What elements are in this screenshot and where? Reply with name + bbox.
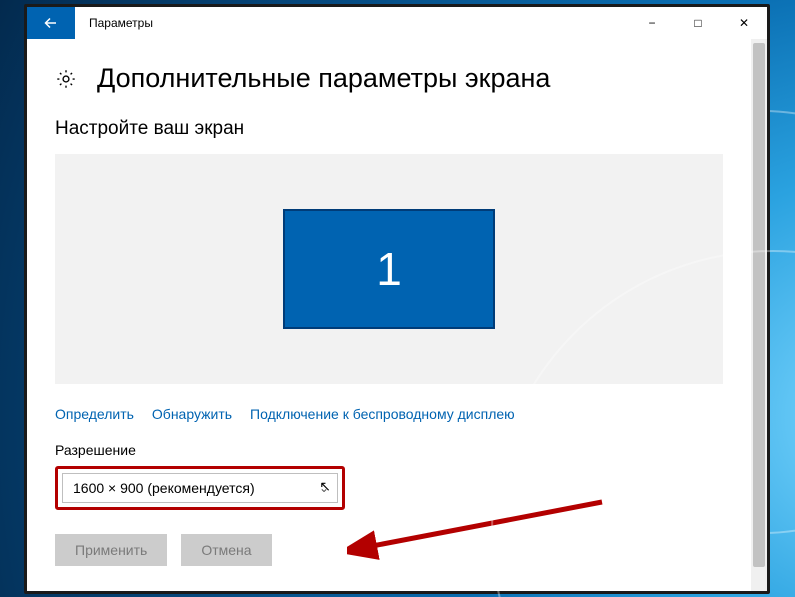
content: Дополнительные параметры экрана Настройт… — [27, 39, 751, 591]
display-preview-panel: 1 — [55, 154, 723, 384]
resolution-selected-value: 1600 × 900 (рекомендуется) — [73, 480, 255, 496]
minimize-button[interactable]: − — [629, 7, 675, 39]
arrow-left-icon — [43, 15, 59, 31]
close-button[interactable]: ✕ — [721, 7, 767, 39]
titlebar: Параметры − □ ✕ — [27, 7, 767, 39]
chevron-down-icon: ⌄ — [319, 481, 329, 495]
monitor-thumbnail[interactable]: 1 — [283, 209, 495, 329]
apply-button[interactable]: Применить — [55, 534, 167, 566]
window-controls: − □ ✕ — [629, 7, 767, 39]
window-title-wrap: Параметры — [75, 7, 629, 39]
action-buttons: Применить Отмена — [55, 534, 723, 566]
content-wrap: Дополнительные параметры экрана Настройт… — [27, 39, 767, 591]
settings-window: Параметры − □ ✕ — [24, 4, 770, 594]
identify-link[interactable]: Определить — [55, 406, 134, 422]
vertical-scrollbar[interactable] — [751, 39, 767, 591]
back-button[interactable] — [27, 7, 75, 39]
wireless-display-link[interactable]: Подключение к беспроводному дисплею — [250, 406, 515, 422]
annotation-highlight: 1600 × 900 (рекомендуется) ⌄ ↖ — [55, 466, 345, 510]
monitor-number: 1 — [376, 242, 402, 296]
page-title: Дополнительные параметры экрана — [97, 63, 550, 94]
window-title: Параметры — [89, 16, 153, 30]
cancel-button[interactable]: Отмена — [181, 534, 271, 566]
cursor-icon: ↖ — [319, 478, 331, 495]
detect-link[interactable]: Обнаружить — [152, 406, 232, 422]
gear-icon — [55, 68, 77, 90]
resolution-label: Разрешение — [55, 442, 723, 458]
maximize-icon: □ — [694, 16, 701, 30]
maximize-button[interactable]: □ — [675, 7, 721, 39]
page-heading: Дополнительные параметры экрана — [55, 63, 723, 94]
display-links: Определить Обнаружить Подключение к бесп… — [55, 406, 723, 422]
minimize-icon: − — [648, 16, 655, 30]
resolution-dropdown[interactable]: 1600 × 900 (рекомендуется) ⌄ ↖ — [62, 473, 338, 503]
section-heading: Настройте ваш экран — [55, 118, 723, 140]
close-icon: ✕ — [739, 16, 749, 30]
scrollbar-thumb[interactable] — [753, 43, 765, 567]
desktop-background: Параметры − □ ✕ — [0, 0, 795, 597]
